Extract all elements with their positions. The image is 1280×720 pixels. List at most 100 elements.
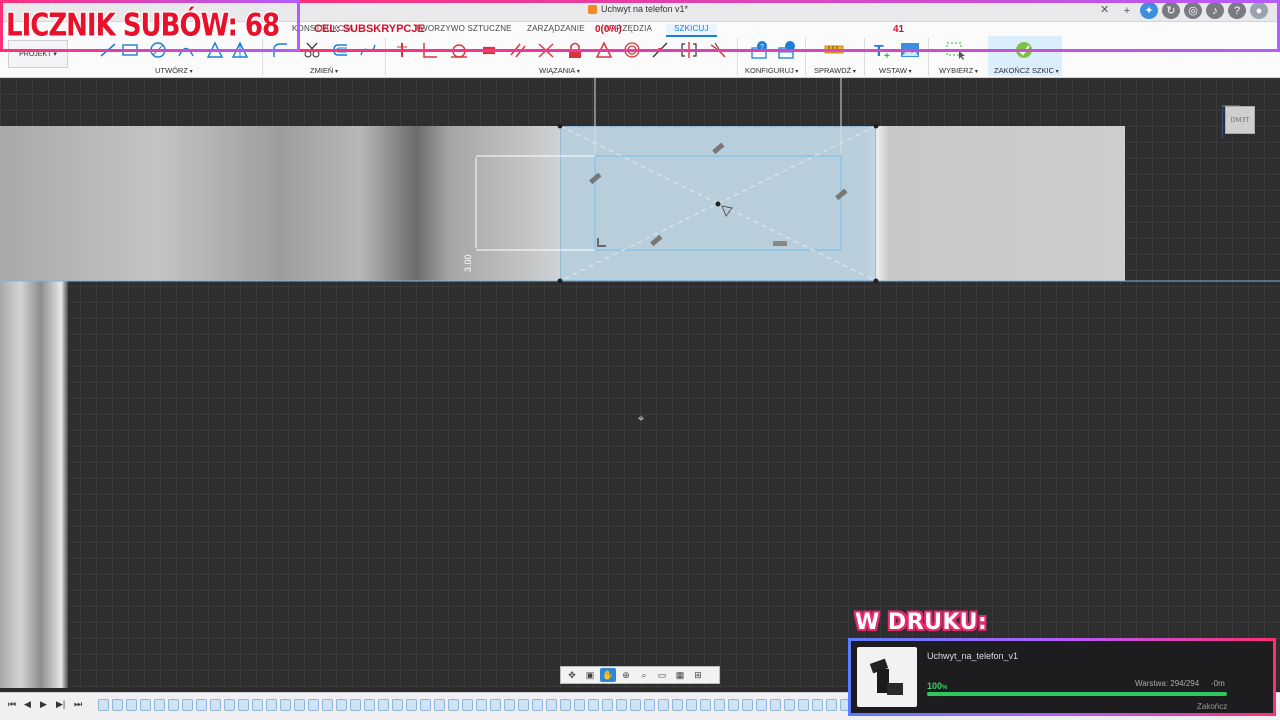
timeline-feature-icon[interactable] <box>756 699 767 711</box>
display-icon[interactable]: ▭ <box>654 668 670 682</box>
group-zmien[interactable]: ZMIEŃ <box>310 66 338 75</box>
timeline-feature-icon[interactable] <box>140 699 151 711</box>
svg-text:+: + <box>884 51 890 60</box>
subscriber-counter: LICZNIK SUBÓW: 68 <box>6 8 280 44</box>
timeline-feature-icon[interactable] <box>196 699 207 711</box>
timeline-feature-icon[interactable] <box>560 699 571 711</box>
timeline-feature-icon[interactable] <box>294 699 305 711</box>
viewports-icon[interactable]: ⊞ <box>690 668 706 682</box>
timeline-feature-icon[interactable] <box>378 699 389 711</box>
timeline-feature-icon[interactable] <box>658 699 669 711</box>
timeline-feature-icon[interactable] <box>308 699 319 711</box>
look-at-icon[interactable]: ▣ <box>582 668 598 682</box>
timeline-feature-icon[interactable] <box>112 699 123 711</box>
timeline-feature-icon[interactable] <box>126 699 137 711</box>
progress-value: 100 <box>927 681 943 691</box>
horizontal-constraint-glyph <box>773 241 787 246</box>
timeline-feature-icon[interactable] <box>574 699 585 711</box>
zoom-window-icon[interactable]: ⌕ <box>636 668 652 682</box>
group-utworz[interactable]: UTWÓRZ <box>155 66 193 75</box>
print-progress-fill <box>927 692 1227 696</box>
timeline-feature-icon[interactable] <box>812 699 823 711</box>
print-finish-button[interactable]: Zakończ <box>1197 702 1227 711</box>
timeline-end-icon[interactable]: ⏭ <box>74 699 82 710</box>
sketch-point[interactable] <box>557 278 563 284</box>
grid-icon[interactable]: ▦ <box>672 668 688 682</box>
cursor-crosshair-icon: ⌖ <box>637 411 645 425</box>
group-wstaw[interactable]: WSTAW <box>879 66 912 75</box>
timeline-feature-icon[interactable] <box>602 699 613 711</box>
timeline-feature-icon[interactable] <box>826 699 837 711</box>
timeline-feature-icon[interactable] <box>98 699 109 711</box>
sketch-point[interactable] <box>873 123 879 129</box>
pan-icon[interactable]: ✋ <box>600 668 616 682</box>
print-progress-percent: 100% <box>927 681 947 691</box>
timeline-feature-icon[interactable] <box>462 699 473 711</box>
zoom-icon[interactable]: ⊕ <box>618 668 634 682</box>
timeline-feature-icon[interactable] <box>252 699 263 711</box>
timeline-feature-icon[interactable] <box>728 699 739 711</box>
timeline-start-icon[interactable]: ⏮ <box>8 699 16 710</box>
group-sprawdz[interactable]: SPRAWDŹ <box>814 66 856 75</box>
timeline-feature-icon[interactable] <box>532 699 543 711</box>
timeline-feature-icon[interactable] <box>350 699 361 711</box>
parallel-constraint-glyph <box>650 234 663 247</box>
fusion-window: Uchwyt na telefon v1* ✕ + ✦ ↻ ◎ ♪ ? ● PR… <box>0 0 1280 720</box>
timeline-feature-icon[interactable] <box>798 699 809 711</box>
timeline-feature-icon[interactable] <box>420 699 431 711</box>
timeline-feature-icon[interactable] <box>546 699 557 711</box>
group-wybierz[interactable]: WYBIERZ <box>939 66 978 75</box>
timeline-feature-icon[interactable] <box>322 699 333 711</box>
group-wiazania[interactable]: WIĄZANIA <box>539 66 580 75</box>
timeline-feature-icon[interactable] <box>672 699 683 711</box>
timeline-feature-icon[interactable] <box>280 699 291 711</box>
timeline-feature-icon[interactable] <box>434 699 445 711</box>
timeline-feature-icon[interactable] <box>238 699 249 711</box>
timeline-feature-icon[interactable] <box>518 699 529 711</box>
print-thumbnail <box>857 647 917 707</box>
finish-sketch-label[interactable]: ZAKOŃCZ SZKIC <box>994 66 1059 75</box>
viewcube-face[interactable]: DM3T <box>1225 106 1255 134</box>
timeline-feature-icon[interactable] <box>364 699 375 711</box>
viewcube[interactable]: DM3T <box>1222 100 1255 138</box>
timeline-feature-icon[interactable] <box>504 699 515 711</box>
sketch-center-point[interactable] <box>715 201 721 207</box>
timeline-feature-icon[interactable] <box>210 699 221 711</box>
timeline-feature-icon[interactable] <box>770 699 781 711</box>
sketch-point[interactable] <box>557 123 563 129</box>
perpendicular-constraint-glyph <box>597 238 606 247</box>
timeline-play-icon[interactable]: ▶ <box>40 699 47 710</box>
timeline-feature-icon[interactable] <box>448 699 459 711</box>
orbit-icon[interactable]: ✥ <box>564 668 580 682</box>
timeline-feature-icon[interactable] <box>406 699 417 711</box>
group-konfiguruj[interactable]: KONFIGURUJ <box>745 66 798 75</box>
dimension-value[interactable]: 3.00 <box>463 254 473 272</box>
timeline-feature-icon[interactable] <box>266 699 277 711</box>
timeline-feature-icon[interactable] <box>700 699 711 711</box>
timeline-feature-icon[interactable] <box>630 699 641 711</box>
timeline-feature-icon[interactable] <box>742 699 753 711</box>
timeline-feature-icon[interactable] <box>714 699 725 711</box>
timeline-feature-icon[interactable] <box>616 699 627 711</box>
sketch-point[interactable] <box>873 278 879 284</box>
design-canvas[interactable]: 3.00 DM3T ⌖ <box>0 78 1280 688</box>
progress-unit: % <box>942 685 948 691</box>
timeline-next-icon[interactable]: ▶| <box>56 699 65 710</box>
timeline-feature-icon[interactable] <box>168 699 179 711</box>
timeline-feature-icon[interactable] <box>392 699 403 711</box>
parallel-constraint-glyph <box>712 142 725 155</box>
timeline-feature-icon[interactable] <box>182 699 193 711</box>
timeline-feature-icon[interactable] <box>644 699 655 711</box>
timeline-feature-icon[interactable] <box>490 699 501 711</box>
timeline-prev-icon[interactable]: ◀ <box>24 699 31 710</box>
timeline-feature-icon[interactable] <box>476 699 487 711</box>
timeline-feature-icon[interactable] <box>588 699 599 711</box>
timeline-feature-icon[interactable] <box>336 699 347 711</box>
print-status-panel: Uchwyt_na_telefon_v1 100% Warstwa: 294/2… <box>848 638 1276 716</box>
timeline-feature-icon[interactable] <box>224 699 235 711</box>
timeline-feature-icon[interactable] <box>686 699 697 711</box>
timeline-feature-icon[interactable] <box>154 699 165 711</box>
print-layer: Warstwa: 294/294 <box>1135 679 1200 688</box>
timeline-track[interactable] <box>98 699 858 713</box>
timeline-feature-icon[interactable] <box>784 699 795 711</box>
